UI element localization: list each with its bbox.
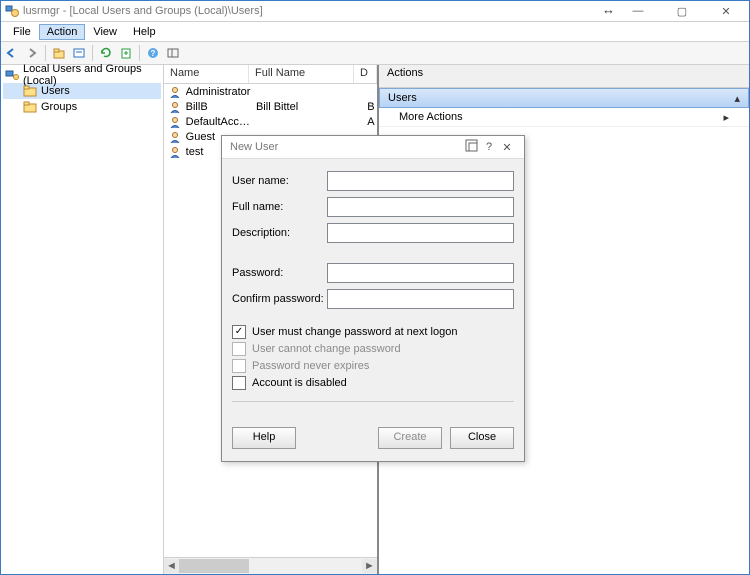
menu-file[interactable]: File <box>5 24 39 40</box>
scroll-right-icon[interactable]: ► <box>362 559 377 573</box>
tree-root-label: Local Users and Groups (Local) <box>23 63 161 87</box>
user-icon <box>168 115 182 129</box>
properties-button[interactable] <box>70 44 88 62</box>
list-item[interactable]: Administrator <box>164 84 377 99</box>
show-hide-button[interactable] <box>164 44 182 62</box>
col-name[interactable]: Name <box>164 65 249 83</box>
fullname-input[interactable] <box>327 197 514 217</box>
scroll-thumb[interactable] <box>179 559 249 573</box>
disabled-checkbox[interactable]: Account is disabled <box>232 374 514 391</box>
menu-help[interactable]: Help <box>125 24 164 40</box>
neverexpires-label: Password never expires <box>252 360 369 372</box>
actions-users[interactable]: Users ▴ <box>379 88 749 108</box>
chevron-up-icon: ▴ <box>734 92 740 105</box>
password-input[interactable] <box>327 263 514 283</box>
actions-users-label: Users <box>388 92 417 104</box>
menu-action[interactable]: Action <box>39 24 86 40</box>
app-icon <box>5 4 19 18</box>
create-button[interactable]: Create <box>378 427 442 449</box>
separator <box>45 45 46 61</box>
forward-button[interactable] <box>23 44 41 62</box>
user-icon <box>168 145 182 159</box>
confirm-label: Confirm password: <box>232 293 327 305</box>
back-button[interactable] <box>3 44 21 62</box>
move-icon: ↔ <box>602 2 615 17</box>
help-button[interactable]: ? <box>144 44 162 62</box>
folder-icon <box>23 85 37 97</box>
col-desc[interactable]: D <box>354 65 377 83</box>
username-input[interactable] <box>327 171 514 191</box>
computer-icon <box>5 69 19 81</box>
scroll-left-icon[interactable]: ◄ <box>164 559 179 573</box>
new-user-dialog: New User ? ✕ User name: Full name: Descr… <box>221 135 525 462</box>
cannotchange-label: User cannot change password <box>252 343 401 355</box>
dialog-icon[interactable] <box>462 139 480 155</box>
chevron-right-icon: ▸ <box>723 111 729 124</box>
mustchange-checkbox[interactable]: ✓User must change password at next logon <box>232 323 514 340</box>
dialog-close-icon[interactable]: ✕ <box>498 141 516 154</box>
tree-groups-label: Groups <box>41 101 77 113</box>
maximize-button[interactable]: ▢ <box>669 5 695 18</box>
confirm-input[interactable] <box>327 289 514 309</box>
fullname-label: Full name: <box>232 201 327 213</box>
dialog-title: New User <box>230 141 462 153</box>
up-button[interactable] <box>50 44 68 62</box>
neverexpires-checkbox: Password never expires <box>232 357 514 374</box>
close-dialog-button[interactable]: Close <box>450 427 514 449</box>
username-label: User name: <box>232 175 327 187</box>
user-icon <box>168 100 182 114</box>
refresh-button[interactable] <box>97 44 115 62</box>
list-item[interactable]: BillBBill BittelB <box>164 99 377 114</box>
svg-text:?: ? <box>151 49 156 58</box>
separator <box>232 401 514 402</box>
password-label: Password: <box>232 267 327 279</box>
actions-more-label: More Actions <box>399 111 463 123</box>
close-button[interactable]: ✕ <box>713 5 739 18</box>
description-input[interactable] <box>327 223 514 243</box>
help-button[interactable]: Help <box>232 427 296 449</box>
user-icon <box>168 130 182 144</box>
folder-icon <box>23 101 37 113</box>
list-item[interactable]: DefaultAcco...A <box>164 114 377 129</box>
disabled-label: Account is disabled <box>252 377 347 389</box>
export-button[interactable] <box>117 44 135 62</box>
window-title: lusrmgr - [Local Users and Groups (Local… <box>23 5 625 17</box>
separator <box>139 45 140 61</box>
cannotchange-checkbox: User cannot change password <box>232 340 514 357</box>
actions-more[interactable]: More Actions ▸ <box>379 108 749 127</box>
tree-groups[interactable]: Groups <box>3 99 161 115</box>
mustchange-label: User must change password at next logon <box>252 326 457 338</box>
minimize-button[interactable]: — <box>625 5 651 18</box>
actions-header: Actions <box>379 65 749 88</box>
description-label: Description: <box>232 227 327 239</box>
tree-root[interactable]: Local Users and Groups (Local) <box>3 67 161 83</box>
separator <box>92 45 93 61</box>
menu-view[interactable]: View <box>85 24 125 40</box>
scrollbar[interactable]: ◄ ► <box>164 557 377 574</box>
col-fullname[interactable]: Full Name <box>249 65 354 83</box>
user-icon <box>168 85 182 99</box>
tree-users-label: Users <box>41 85 70 97</box>
dialog-help-icon[interactable]: ? <box>480 141 498 153</box>
